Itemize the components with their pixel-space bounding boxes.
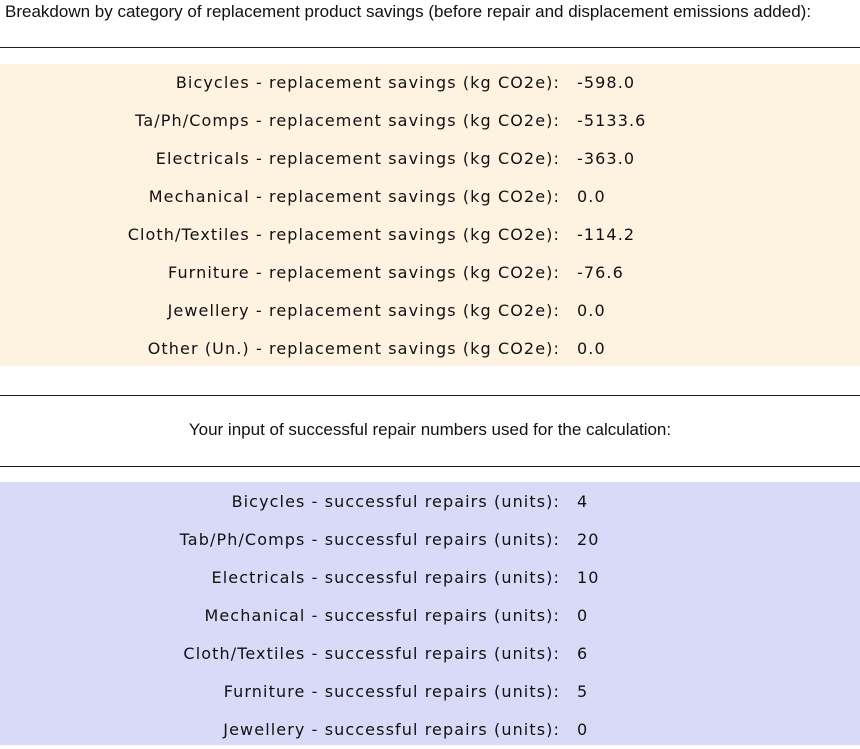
repairs-label: Jewellery - successful repairs (units): — [223, 720, 560, 739]
repairs-label: Cloth/Textiles - successful repairs (uni… — [183, 644, 560, 663]
savings-row-electricals: Electricals - replacement savings (kg CO… — [0, 140, 860, 178]
savings-label: Furniture - replacement savings (kg CO2e… — [168, 263, 560, 282]
savings-label: Cloth/Textiles - replacement savings (kg… — [127, 225, 560, 244]
savings-value: -5133.6 — [577, 111, 647, 130]
savings-label: Jewellery - replacement savings (kg CO2e… — [167, 301, 560, 320]
savings-row-cloth-textiles: Cloth/Textiles - replacement savings (kg… — [0, 216, 860, 254]
savings-row-furniture: Furniture - replacement savings (kg CO2e… — [0, 254, 860, 292]
savings-value: -363.0 — [577, 149, 636, 168]
savings-label: Ta/Ph/Comps - replacement savings (kg CO… — [135, 111, 560, 130]
repairs-row-cloth-textiles: Cloth/Textiles - successful repairs (uni… — [0, 635, 860, 673]
repairs-row-jewellery: Jewellery - successful repairs (units): … — [0, 711, 860, 749]
repairs-value: 6 — [577, 644, 589, 663]
successful-repairs-panel: Bicycles - successful repairs (units): 4… — [0, 482, 860, 745]
repair-input-heading: Your input of successful repair numbers … — [188, 420, 672, 439]
repairs-label: Electricals - successful repairs (units)… — [211, 568, 560, 587]
savings-label: Bicycles - replacement savings (kg CO2e)… — [175, 73, 560, 92]
replacement-savings-panel: Bicycles - replacement savings (kg CO2e)… — [0, 64, 860, 366]
savings-value: -76.6 — [577, 263, 624, 282]
repairs-row-bicycles: Bicycles - successful repairs (units): 4 — [0, 483, 860, 521]
repairs-label: Bicycles - successful repairs (units): — [231, 492, 560, 511]
savings-row-tab-ph-comps: Ta/Ph/Comps - replacement savings (kg CO… — [0, 102, 860, 140]
repairs-label: Tab/Ph/Comps - successful repairs (units… — [179, 530, 560, 549]
savings-value: 0.0 — [577, 301, 606, 320]
divider — [0, 395, 860, 396]
savings-breakdown-heading: Breakdown by category of replacement pro… — [5, 2, 812, 21]
repairs-value: 4 — [577, 492, 589, 511]
savings-value: -598.0 — [577, 73, 636, 92]
repairs-row-mechanical: Mechanical - successful repairs (units):… — [0, 597, 860, 635]
repairs-label: Mechanical - successful repairs (units): — [204, 606, 560, 625]
repairs-value: 0 — [577, 606, 589, 625]
divider — [0, 47, 860, 48]
savings-row-bicycles: Bicycles - replacement savings (kg CO2e)… — [0, 64, 860, 102]
repairs-value: 5 — [577, 682, 589, 701]
repairs-value: 0 — [577, 720, 589, 739]
savings-value: 0.0 — [577, 187, 606, 206]
savings-row-other: Other (Un.) - replacement savings (kg CO… — [0, 330, 860, 368]
savings-value: 0.0 — [577, 339, 606, 358]
repairs-row-tab-ph-comps: Tab/Ph/Comps - successful repairs (units… — [0, 521, 860, 559]
repairs-row-furniture: Furniture - successful repairs (units): … — [0, 673, 860, 711]
divider — [0, 466, 860, 467]
savings-row-jewellery: Jewellery - replacement savings (kg CO2e… — [0, 292, 860, 330]
savings-value: -114.2 — [577, 225, 636, 244]
savings-row-mechanical: Mechanical - replacement savings (kg CO2… — [0, 178, 860, 216]
repairs-value: 10 — [577, 568, 600, 587]
repairs-value: 20 — [577, 530, 600, 549]
savings-label: Electricals - replacement savings (kg CO… — [155, 149, 560, 168]
repairs-row-electricals: Electricals - successful repairs (units)… — [0, 559, 860, 597]
savings-label: Other (Un.) - replacement savings (kg CO… — [147, 339, 560, 358]
repairs-label: Furniture - successful repairs (units): — [223, 682, 560, 701]
savings-label: Mechanical - replacement savings (kg CO2… — [148, 187, 560, 206]
